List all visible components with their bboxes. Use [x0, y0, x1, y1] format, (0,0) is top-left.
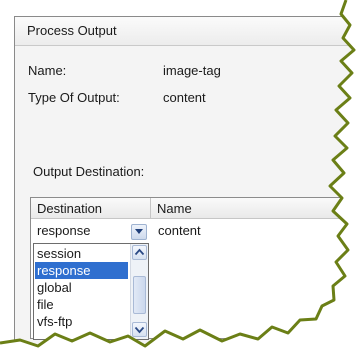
- torn-edge-decoration: [0, 0, 364, 353]
- process-output-screenshot: Process Output Name: image-tag Type Of O…: [0, 0, 364, 353]
